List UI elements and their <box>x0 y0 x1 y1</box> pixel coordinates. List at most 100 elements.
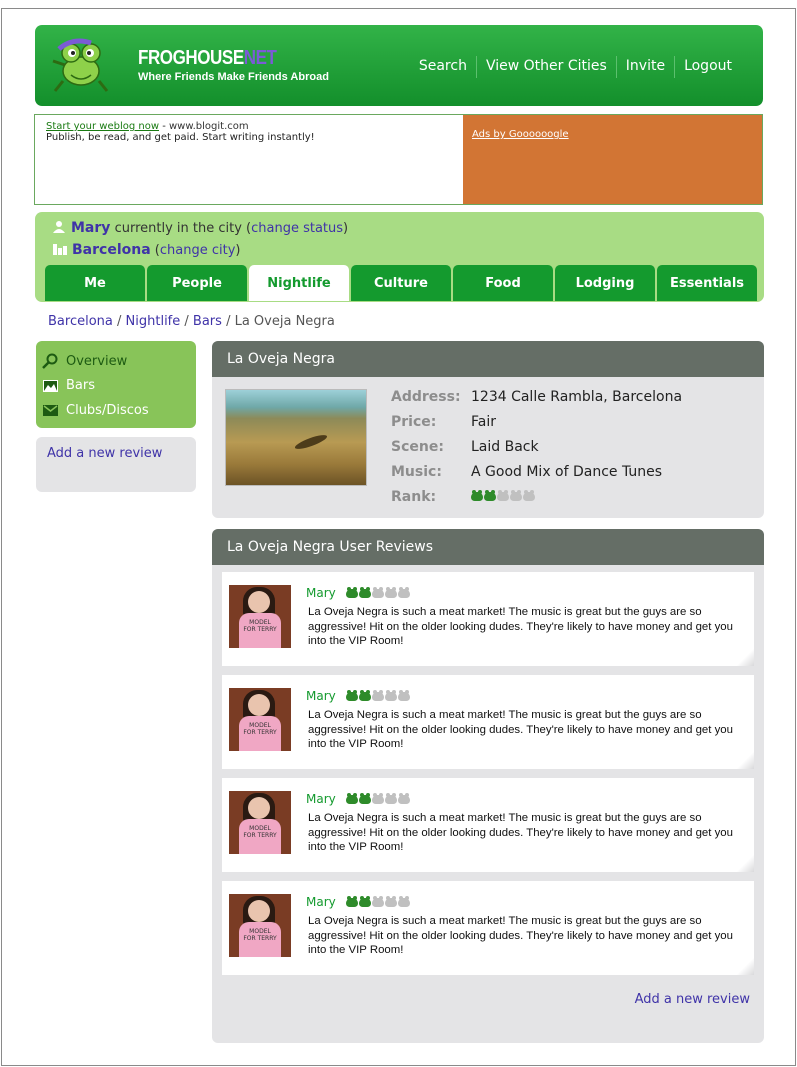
sidebar-item-bars[interactable]: Bars <box>36 374 196 399</box>
review-header: Mary <box>306 792 410 806</box>
rank-frog-rating <box>471 490 535 501</box>
review-header: Mary <box>306 895 410 909</box>
user-status-line: Mary currently in the city (change statu… <box>53 220 348 236</box>
shirt-text: MODEL FOR TERRY <box>243 619 277 633</box>
review-text: La Oveja Negra is such a meat market! Th… <box>308 915 733 956</box>
sidebar-item-label: Overview <box>66 353 128 369</box>
frog-rating-icon <box>358 586 371 598</box>
shirt-text: MODEL FOR TERRY <box>243 928 277 942</box>
review-item: MODEL FOR TERRY Mary La Oveja Negra is suc… <box>222 675 754 769</box>
frog-logo-icon[interactable] <box>51 35 111 95</box>
add-review-link[interactable]: Add a new review <box>635 992 750 1007</box>
frog-rating-icon <box>358 792 371 804</box>
sidebar-item-overview[interactable]: Overview <box>36 349 196 374</box>
review-user[interactable]: Mary <box>306 792 336 806</box>
review-user[interactable]: Mary <box>306 895 336 909</box>
breadcrumb: Barcelona / Nightlife / Bars / La Oveja … <box>48 314 335 329</box>
brand: FROGHOUSENET Where Friends Make Friends … <box>138 47 329 83</box>
frog-rating-icon <box>384 895 397 907</box>
city-icon <box>53 244 67 255</box>
review-frog-rating <box>345 895 410 907</box>
nav-logout[interactable]: Logout <box>674 56 741 78</box>
picture-icon <box>42 379 58 393</box>
tab-essentials[interactable]: Essentials <box>657 265 757 301</box>
ad-body: Publish, be read, and get paid. Start wr… <box>46 132 315 143</box>
sidebar-add-review-link[interactable]: Add a new review <box>47 446 162 461</box>
detail-scene: Scene: Laid Back <box>391 438 539 455</box>
breadcrumb-nightlife[interactable]: Nightlife <box>126 314 181 329</box>
ad-url[interactable]: www.blogit.com <box>169 121 249 132</box>
sidebar-item-label: Clubs/Discos <box>66 402 149 418</box>
tab-nightlife[interactable]: Nightlife <box>249 265 349 301</box>
frog-rating-icon <box>358 689 371 701</box>
frog-rating-icon <box>371 586 384 598</box>
reviews-title: La Oveja Negra User Reviews <box>212 529 764 565</box>
site-header: FROGHOUSENET Where Friends Make Friends … <box>35 25 763 106</box>
nav-search[interactable]: Search <box>410 56 476 78</box>
tab-lodging[interactable]: Lodging <box>555 265 655 301</box>
frog-rating-icon <box>397 792 410 804</box>
breadcrumb-current: La Oveja Negra <box>234 314 335 329</box>
status-text: currently in the city <box>114 221 242 236</box>
ad-link[interactable]: Start your weblog now <box>46 121 159 132</box>
review-user[interactable]: Mary <box>306 689 336 703</box>
breadcrumb-bars[interactable]: Bars <box>193 314 222 329</box>
shirt-text: MODEL FOR TERRY <box>243 825 277 839</box>
avatar[interactable]: MODEL FOR TERRY <box>229 791 291 854</box>
frog-rating-icon <box>371 689 384 701</box>
change-status-link[interactable]: change status <box>251 221 343 236</box>
detail-address: Address: 1234 Calle Rambla, Barcelona <box>391 388 683 405</box>
review-text: La Oveja Negra is such a meat market! Th… <box>308 812 733 853</box>
ads-by-link[interactable]: Ads by Goooooogle <box>472 129 569 140</box>
avatar[interactable]: MODEL FOR TERRY <box>229 585 291 648</box>
tab-me[interactable]: Me <box>45 265 145 301</box>
frog-rating-icon <box>345 586 358 598</box>
detail-rank: Rank: <box>391 484 682 509</box>
brand-tagline: Where Friends Make Friends Abroad <box>138 71 329 83</box>
detail-price: Price: Fair <box>391 413 496 430</box>
change-city-link[interactable]: change city <box>160 243 236 258</box>
review-text: La Oveja Negra is such a meat market! Th… <box>308 606 733 647</box>
venue-details: Address: 1234 Calle Rambla, Barcelona Pri… <box>391 384 682 509</box>
review-user[interactable]: Mary <box>306 586 336 600</box>
frog-rating-icon <box>345 689 358 701</box>
frog-rating-icon <box>371 895 384 907</box>
venue-card: La Oveja Negra Address: 1234 Calle Rambla… <box>212 341 764 518</box>
sidebar-item-clubs-discos[interactable]: Clubs/Discos <box>36 398 196 423</box>
sidebar-add-review-box: Add a new review <box>36 437 196 492</box>
frog-rating-icon <box>510 490 522 501</box>
frog-rating-icon <box>497 490 509 501</box>
frog-rating-icon <box>371 792 384 804</box>
nav-view-other-cities[interactable]: View Other Cities <box>475 56 616 78</box>
city-status-line: Barcelona (change city) <box>53 242 240 258</box>
frog-rating-icon <box>397 689 410 701</box>
nav-invite[interactable]: Invite <box>615 56 674 78</box>
brand-name: FROGHOUSENET <box>138 47 277 69</box>
city-name[interactable]: Barcelona <box>72 242 151 258</box>
venue-photo[interactable] <box>225 389 367 486</box>
review-header: Mary <box>306 586 410 600</box>
tab-people[interactable]: People <box>147 265 247 301</box>
avatar[interactable]: MODEL FOR TERRY <box>229 688 291 751</box>
breadcrumb-barcelona[interactable]: Barcelona <box>48 314 113 329</box>
main-tabs: Me People Nightlife Culture Food Lodging… <box>45 265 759 301</box>
frog-rating-icon <box>523 490 535 501</box>
status-panel: Mary currently in the city (change statu… <box>35 212 764 302</box>
tab-food[interactable]: Food <box>453 265 553 301</box>
ad-banner: Start your weblog now - www.blogit.com P… <box>34 114 763 205</box>
sidebar-item-label: Bars <box>66 378 96 394</box>
frog-rating-icon <box>397 895 410 907</box>
user-name[interactable]: Mary <box>71 220 110 236</box>
review-frog-rating <box>345 586 410 598</box>
detail-music: Music: A Good Mix of Dance Tunes <box>391 463 663 480</box>
top-nav: Search View Other Cities Invite Logout <box>410 56 741 78</box>
frog-rating-icon <box>345 792 358 804</box>
review-item: MODEL FOR TERRY Mary La Oveja Negra is suc… <box>222 778 754 872</box>
search-icon <box>42 353 58 370</box>
avatar[interactable]: MODEL FOR TERRY <box>229 894 291 957</box>
shirt-text: MODEL FOR TERRY <box>243 722 277 736</box>
tab-culture[interactable]: Culture <box>351 265 451 301</box>
review-item: MODEL FOR TERRY Mary La Oveja Negra is suc… <box>222 572 754 666</box>
frog-rating-icon <box>484 490 496 501</box>
venue-title: La Oveja Negra <box>212 341 764 377</box>
